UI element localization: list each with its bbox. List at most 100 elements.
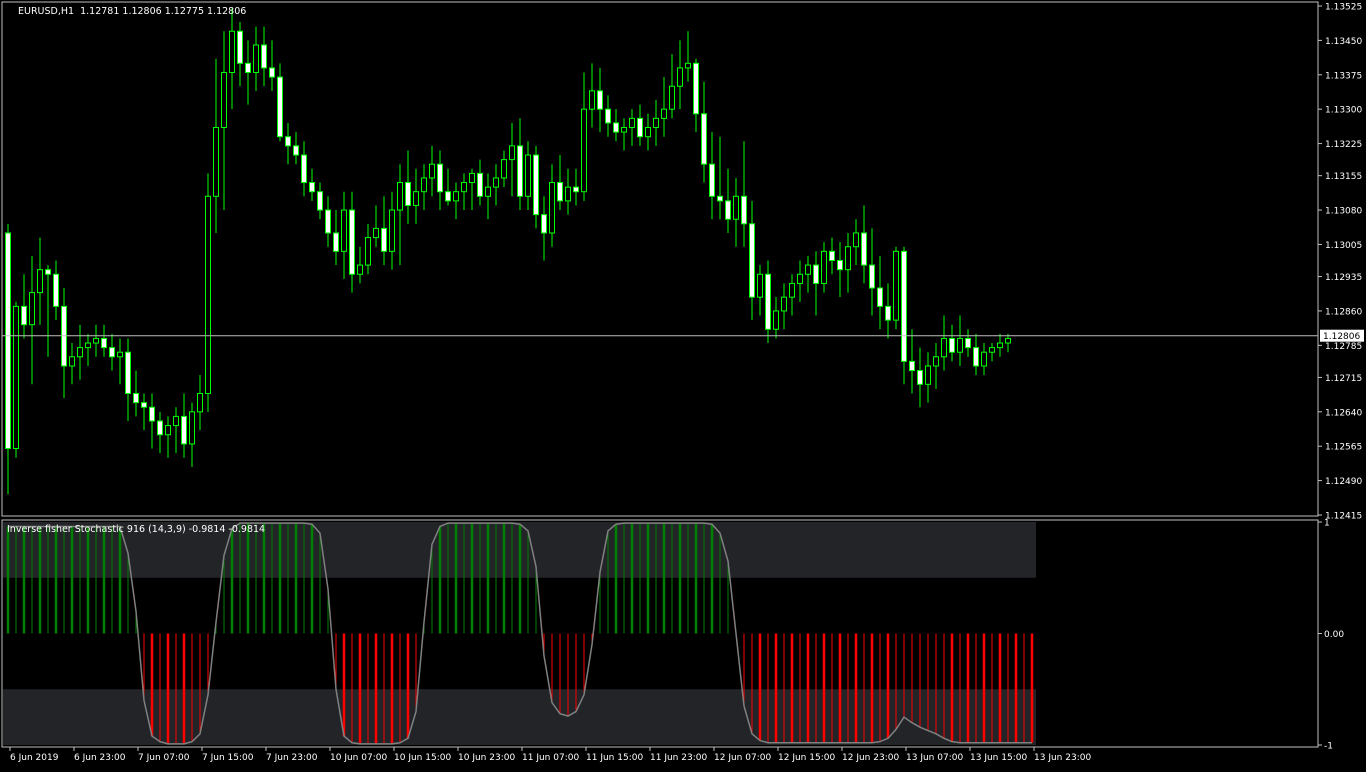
candle-body-bull [661,108,667,119]
mt4-chart-window[interactable]: 1.13525 1.13450 1.13375 1.13300 1.13225 1.131… [0,0,1366,768]
candle-body-bull [77,347,83,358]
candle-body-bull [421,177,427,193]
candle-body-bull [629,117,635,129]
candle-body-bear [813,264,819,284]
candle-body-bull [253,44,259,73]
chart-background [0,0,1366,768]
candle-body-bear [693,62,699,115]
candle-body-bear [717,195,723,202]
candle-body-bull [645,127,651,138]
candle [205,173,211,412]
indicator-tick-label: -1 [1324,742,1333,752]
candle-body-bull [933,356,939,367]
candle-body-bear [901,250,907,362]
candle-body-bear [557,182,563,202]
candle-body-bear [5,232,11,450]
price-tick-label: 1.12565 [1325,443,1362,453]
candle-body-bull [1005,337,1011,344]
candle-body-bear [245,62,251,73]
time-tick-label: 6 Jun 23:00 [74,753,126,763]
level-band [3,689,1036,745]
candle-body-bear [885,305,891,321]
candle-body-bear [949,337,955,353]
candle-body-bear [149,406,155,422]
candle-body-bear [333,232,339,252]
price-tick-label: 1.13300 [1325,106,1362,116]
candle-body-bear [45,269,51,275]
candle-body-bear [293,145,299,156]
candle-body-bull [69,356,75,367]
candle-body-bull [461,182,467,193]
candle-body-bull [501,159,507,179]
candle-body-bull [357,264,363,275]
candle-body-bull [117,351,123,358]
candle-body-bear [861,232,867,266]
time-tick-label: 13 Jun 23:00 [1034,753,1091,763]
candle-body-bull [389,209,395,252]
candle-body-bear [261,44,267,69]
price-tick-label: 1.12715 [1325,374,1362,384]
time-tick-label: 11 Jun 15:00 [586,753,643,763]
candle-body-bear [285,136,291,147]
price-tick-label: 1.13005 [1325,241,1362,251]
candle-body-bear [869,264,875,289]
candle-body-bull [341,209,347,252]
chart-canvas[interactable]: 1.13525 1.13450 1.13375 1.13300 1.13225 1.131… [0,0,1366,768]
candle-body-bear [477,172,483,197]
candle-body-bear [709,163,715,197]
candle-body-bull [733,195,739,220]
candle-body-bull [677,67,683,87]
candle-body-bull [29,292,35,326]
candle-body-bear [101,337,107,349]
time-tick-label: 7 Jun 07:00 [138,753,190,763]
candle-body-bear [973,347,979,367]
candle-body-bear [877,287,883,307]
candle-body-bull [397,182,403,211]
candle-body-bear [381,227,387,252]
price-tick-label: 1.13375 [1325,71,1362,81]
indicator-tick-label: 0.00 [1324,630,1344,640]
candle-body-bear [445,191,451,202]
candle-body-bear [837,260,843,271]
candle-body-bull [205,195,211,394]
candle-body-bull [365,237,371,266]
candle-body-bull [189,411,195,445]
candle-body-bear [269,67,275,78]
candle-body-bear [181,415,187,445]
candle-body-bear [917,370,923,385]
indicator-title: Inverse fisher Stochastic 916 (14,3,9) -… [7,524,265,535]
symbol-title: EURUSD,H1 1.12781 1.12806 1.12775 1.1280… [18,6,246,17]
candle-body-bull [173,415,179,427]
candle-body-bull [37,269,43,294]
time-tick-label: 10 Jun 23:00 [458,753,515,763]
candle-body-bear [405,182,411,206]
time-tick-label: 13 Jun 07:00 [906,753,963,763]
candle-body-bull [509,145,515,161]
candle-body-bull [213,127,219,197]
candle-body-bull [493,177,499,188]
price-tick-label: 1.12490 [1325,477,1362,487]
candle-body-bull [685,62,691,69]
candle-body-bull [845,246,851,271]
time-tick-label: 7 Jun 15:00 [202,753,254,763]
candle-body-bull [853,232,859,248]
candle-body-bull [773,310,779,330]
candle-body-bull [997,342,1003,349]
candle-body-bear [109,347,115,358]
candle-body-bear [141,402,147,408]
price-tick-label: 1.13525 [1325,3,1362,13]
candle-body-bull [941,337,947,358]
candle-body-bear [309,182,315,193]
price-tick-label: 1.13450 [1325,37,1362,47]
candle-body-bull [453,191,459,202]
candle-body-bull [981,351,987,367]
time-tick-label: 10 Jun 15:00 [394,753,451,763]
candle-body-bull [669,85,675,110]
candle-body-bear [533,154,539,216]
candle-body-bull [621,127,627,133]
candle-body-bear [829,250,835,261]
candle-body-bull [13,305,19,450]
candle-body-bear [965,337,971,349]
candle-body-bear [53,273,59,307]
price-tick-label: 1.12640 [1325,408,1362,418]
